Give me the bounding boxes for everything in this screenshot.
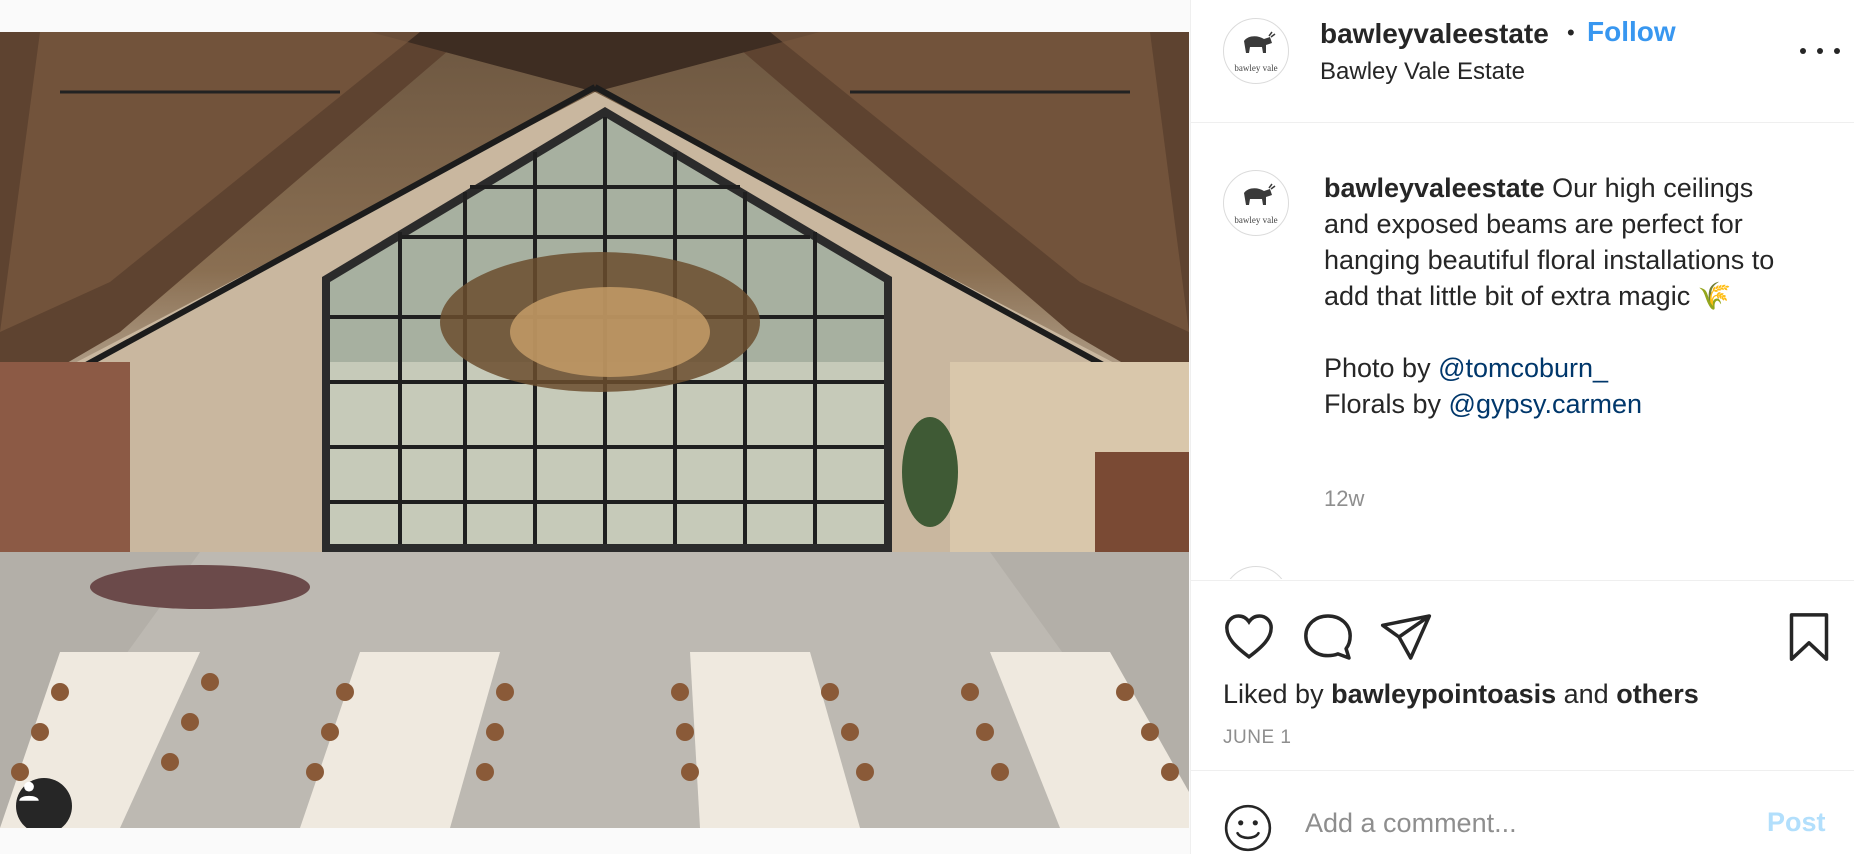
bookmark-icon[interactable]	[1781, 609, 1837, 665]
post-date[interactable]: JUNE 1	[1223, 727, 1291, 749]
avatar-text: bawley vale	[1234, 63, 1278, 73]
photo-mention-link[interactable]: @tomcoburn_	[1438, 353, 1608, 383]
header-username[interactable]: bawleyvaleestate	[1320, 18, 1549, 50]
florals-credit-label: Florals by	[1324, 389, 1449, 419]
comment-input[interactable]	[1305, 801, 1745, 845]
heart-icon[interactable]	[1221, 609, 1277, 665]
header-subtitle[interactable]: Bawley Vale Estate	[1320, 58, 1525, 86]
follow-button[interactable]: Follow	[1587, 16, 1676, 48]
comment-username[interactable]: bawleyvaleestate	[1324, 576, 1545, 579]
goat-logo-icon	[1244, 31, 1276, 53]
post-actions: Liked by bawleypointoasis and others JUN…	[1191, 580, 1854, 769]
next-comment-partial: bawleyvaleestate	[1223, 566, 1623, 579]
header-separator: •	[1567, 20, 1575, 45]
post-details-panel: bawley vale bawleyvaleestate • Follow Ba…	[1190, 0, 1854, 854]
liked-others-link[interactable]: others	[1616, 679, 1699, 709]
emoji-icon[interactable]	[1223, 803, 1273, 853]
more-icon[interactable]	[1800, 38, 1840, 64]
florals-mention-link[interactable]: @gypsy.carmen	[1449, 389, 1642, 419]
post-comment-button[interactable]: Post	[1767, 807, 1826, 838]
comments-section: bawley vale bawleyvaleestate Our high ce…	[1191, 124, 1854, 579]
venue-photo-illustration	[0, 32, 1189, 828]
post-media-area	[0, 0, 1190, 854]
avatar[interactable]: bawley vale	[1223, 18, 1289, 84]
likes-summary: Liked by bawleypointoasis and others	[1223, 679, 1699, 710]
liked-by-label: Liked by	[1223, 679, 1332, 709]
caption-username[interactable]: bawleyvaleestate	[1324, 173, 1545, 203]
avatar[interactable]	[1223, 566, 1289, 579]
post-photo[interactable]	[0, 32, 1189, 828]
comment-form: Post	[1191, 770, 1854, 854]
liked-by-user-link[interactable]: bawleypointoasis	[1331, 679, 1556, 709]
liked-and-label: and	[1556, 679, 1617, 709]
caption-avatar[interactable]: bawley vale	[1223, 170, 1289, 236]
avatar-text: bawley vale	[1234, 215, 1278, 225]
user-tag-icon	[19, 781, 39, 801]
post-caption: bawleyvaleestate Our high ceilings and e…	[1324, 170, 1794, 422]
goat-logo-icon	[1244, 183, 1276, 205]
photo-credit-label: Photo by	[1324, 353, 1439, 383]
caption-timestamp[interactable]: 12w	[1324, 486, 1364, 512]
post-header: bawley vale bawleyvaleestate • Follow Ba…	[1191, 0, 1854, 123]
user-tag-button[interactable]	[16, 778, 72, 828]
share-icon[interactable]	[1378, 609, 1434, 665]
comment-icon[interactable]	[1300, 609, 1356, 665]
